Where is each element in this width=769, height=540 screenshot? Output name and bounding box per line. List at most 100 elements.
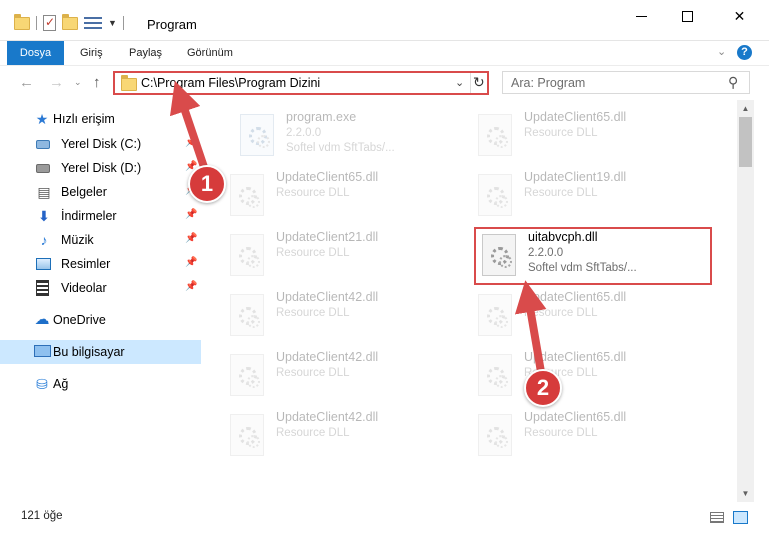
pin-icon[interactable]: 📌 xyxy=(185,281,197,292)
file-item[interactable]: UpdateClient65.dll Resource DLL xyxy=(474,410,714,466)
file-description: Resource DLL xyxy=(276,247,350,259)
sidebar-item-label: Resimler xyxy=(61,257,111,271)
pin-icon[interactable]: 📌 xyxy=(185,257,197,268)
sidebar-item-label: Ağ xyxy=(53,377,69,391)
file-version: 2.2.0.0 xyxy=(286,127,322,139)
file-item[interactable]: program.exe 2.2.0.0 Softel vdm SftTabs/.… xyxy=(236,110,476,166)
dll-icon xyxy=(230,354,264,396)
file-name: UpdateClient42.dll xyxy=(276,290,379,304)
file-item[interactable]: UpdateClient19.dll Resource DLL xyxy=(474,170,714,226)
star-icon: ★ xyxy=(35,111,49,127)
details-view-icon[interactable] xyxy=(710,512,724,523)
sidebar-item-label: Videolar xyxy=(61,281,107,295)
cloud-icon: ☁ xyxy=(34,311,50,328)
dll-icon xyxy=(230,174,264,216)
ribbon-expand-chevron-icon[interactable]: ⌄ xyxy=(717,45,726,58)
tab-dosya[interactable]: Dosya xyxy=(7,41,64,65)
dll-icon xyxy=(478,414,512,456)
sidebar-item-pictures[interactable]: Resimler 📌 xyxy=(0,252,201,276)
back-arrow-icon[interactable]: ← xyxy=(19,74,34,91)
sidebar-item-documents[interactable]: ▤ Belgeler 📌 xyxy=(0,180,201,204)
recent-locations-chevron-icon[interactable]: ⌄ xyxy=(74,77,82,88)
vertical-scrollbar[interactable]: ▲ ▼ xyxy=(737,100,754,502)
exe-icon xyxy=(240,114,274,156)
refresh-icon[interactable]: ↻ xyxy=(473,74,485,91)
scroll-down-arrow-icon[interactable]: ▼ xyxy=(737,485,754,502)
new-folder-icon[interactable] xyxy=(62,13,78,30)
sidebar-item-label: Belgeler xyxy=(61,185,107,199)
sidebar-item-quick-access[interactable]: ★ Hızlı erişim xyxy=(0,107,201,131)
file-name: UpdateClient65.dll xyxy=(524,350,627,364)
dll-icon xyxy=(478,114,512,156)
sidebar-item-label: Bu bilgisayar xyxy=(53,345,125,359)
forward-arrow-icon[interactable]: → xyxy=(49,74,64,91)
sidebar-item-label: OneDrive xyxy=(53,313,106,327)
scroll-up-arrow-icon[interactable]: ▲ xyxy=(737,100,754,117)
file-name: UpdateClient65.dll xyxy=(524,290,627,304)
sidebar-item-disk-d[interactable]: Yerel Disk (D:) 📌 xyxy=(0,156,201,180)
file-item[interactable]: UpdateClient65.dll Resource DLL xyxy=(474,290,714,346)
file-item[interactable]: UpdateClient42.dll Resource DLL xyxy=(226,410,466,466)
dll-icon xyxy=(478,174,512,216)
file-name: UpdateClient42.dll xyxy=(276,350,379,364)
status-bar: 121 öğe xyxy=(0,502,769,540)
large-icons-view-icon[interactable] xyxy=(733,511,748,524)
customize-view-icon[interactable] xyxy=(84,16,102,30)
sidebar-item-this-pc[interactable]: Bu bilgisayar xyxy=(0,340,201,364)
step-1-badge: 1 xyxy=(188,165,226,203)
up-arrow-icon[interactable]: ↑ xyxy=(93,74,101,91)
sidebar-item-videos[interactable]: Videolar 📌 xyxy=(0,276,201,300)
file-description: Resource DLL xyxy=(276,367,350,379)
sidebar-item-disk-c[interactable]: Yerel Disk (C:) 📌 xyxy=(0,132,201,156)
dll-icon xyxy=(230,294,264,336)
help-icon[interactable]: ? xyxy=(737,45,752,60)
step-2-badge: 2 xyxy=(524,369,562,407)
address-history-chevron-icon[interactable]: ⌄ xyxy=(455,76,464,89)
search-icon[interactable]: ⚲ xyxy=(728,74,738,91)
file-description: Resource DLL xyxy=(524,127,598,139)
file-item[interactable]: UpdateClient65.dll Resource DLL xyxy=(474,110,714,166)
drive-c-icon xyxy=(36,140,50,149)
file-item[interactable]: UpdateClient42.dll Resource DLL xyxy=(226,350,466,406)
file-item[interactable]: UpdateClient65.dll Resource DLL xyxy=(474,350,714,406)
quick-access-toolbar: ▼ xyxy=(14,13,130,33)
tab-giris[interactable]: Giriş xyxy=(80,41,103,65)
item-count: 121 öğe xyxy=(21,510,63,522)
maximize-icon xyxy=(681,10,693,22)
file-description: Resource DLL xyxy=(276,307,350,319)
file-item[interactable]: UpdateClient21.dll Resource DLL xyxy=(226,230,466,286)
pin-icon[interactable]: 📌 xyxy=(185,209,197,220)
sidebar-item-music[interactable]: ♪ Müzik 📌 xyxy=(0,228,201,252)
network-icon: ⛁ xyxy=(36,376,48,392)
file-name: UpdateClient19.dll xyxy=(524,170,627,184)
file-highlight-box xyxy=(474,227,712,285)
maximize-button[interactable] xyxy=(664,0,710,32)
sidebar-item-label: Yerel Disk (D:) xyxy=(61,161,142,175)
properties-checkmark-icon[interactable] xyxy=(43,15,56,31)
minimize-button[interactable] xyxy=(618,0,664,32)
toolbar-separator xyxy=(36,16,37,30)
search-box[interactable]: Ara: Program ⚲ xyxy=(502,71,750,94)
pin-icon[interactable]: 📌 xyxy=(185,233,197,244)
dll-icon xyxy=(478,294,512,336)
sidebar-item-onedrive[interactable]: ☁ OneDrive xyxy=(0,308,201,332)
file-item[interactable]: UpdateClient42.dll Resource DLL xyxy=(226,290,466,346)
file-description: Softel vdm SftTabs/... xyxy=(286,142,395,154)
tab-paylas[interactable]: Paylaş xyxy=(129,41,162,65)
close-button[interactable]: ✕ xyxy=(710,0,769,32)
search-placeholder: Ara: Program xyxy=(511,76,586,90)
computer-icon xyxy=(34,345,51,357)
address-bar[interactable]: C:\Program Files\Program Dizini ⌄ ↻ xyxy=(113,71,489,95)
pin-icon[interactable]: 📌 xyxy=(185,137,197,148)
file-name: program.exe xyxy=(286,110,357,124)
folder-icon[interactable] xyxy=(14,13,30,30)
videos-icon xyxy=(36,280,49,296)
file-item[interactable]: UpdateClient65.dll Resource DLL xyxy=(226,170,466,226)
tab-gorunum[interactable]: Görünüm xyxy=(187,41,233,65)
address-path[interactable]: C:\Program Files\Program Dizini xyxy=(141,76,320,90)
dll-icon xyxy=(230,414,264,456)
qat-dropdown-icon[interactable]: ▼ xyxy=(108,18,117,28)
scrollbar-thumb[interactable] xyxy=(739,117,752,167)
sidebar-item-downloads[interactable]: ⬇ İndirmeler 📌 xyxy=(0,204,201,228)
sidebar-item-network[interactable]: ⛁ Ağ xyxy=(0,372,201,396)
